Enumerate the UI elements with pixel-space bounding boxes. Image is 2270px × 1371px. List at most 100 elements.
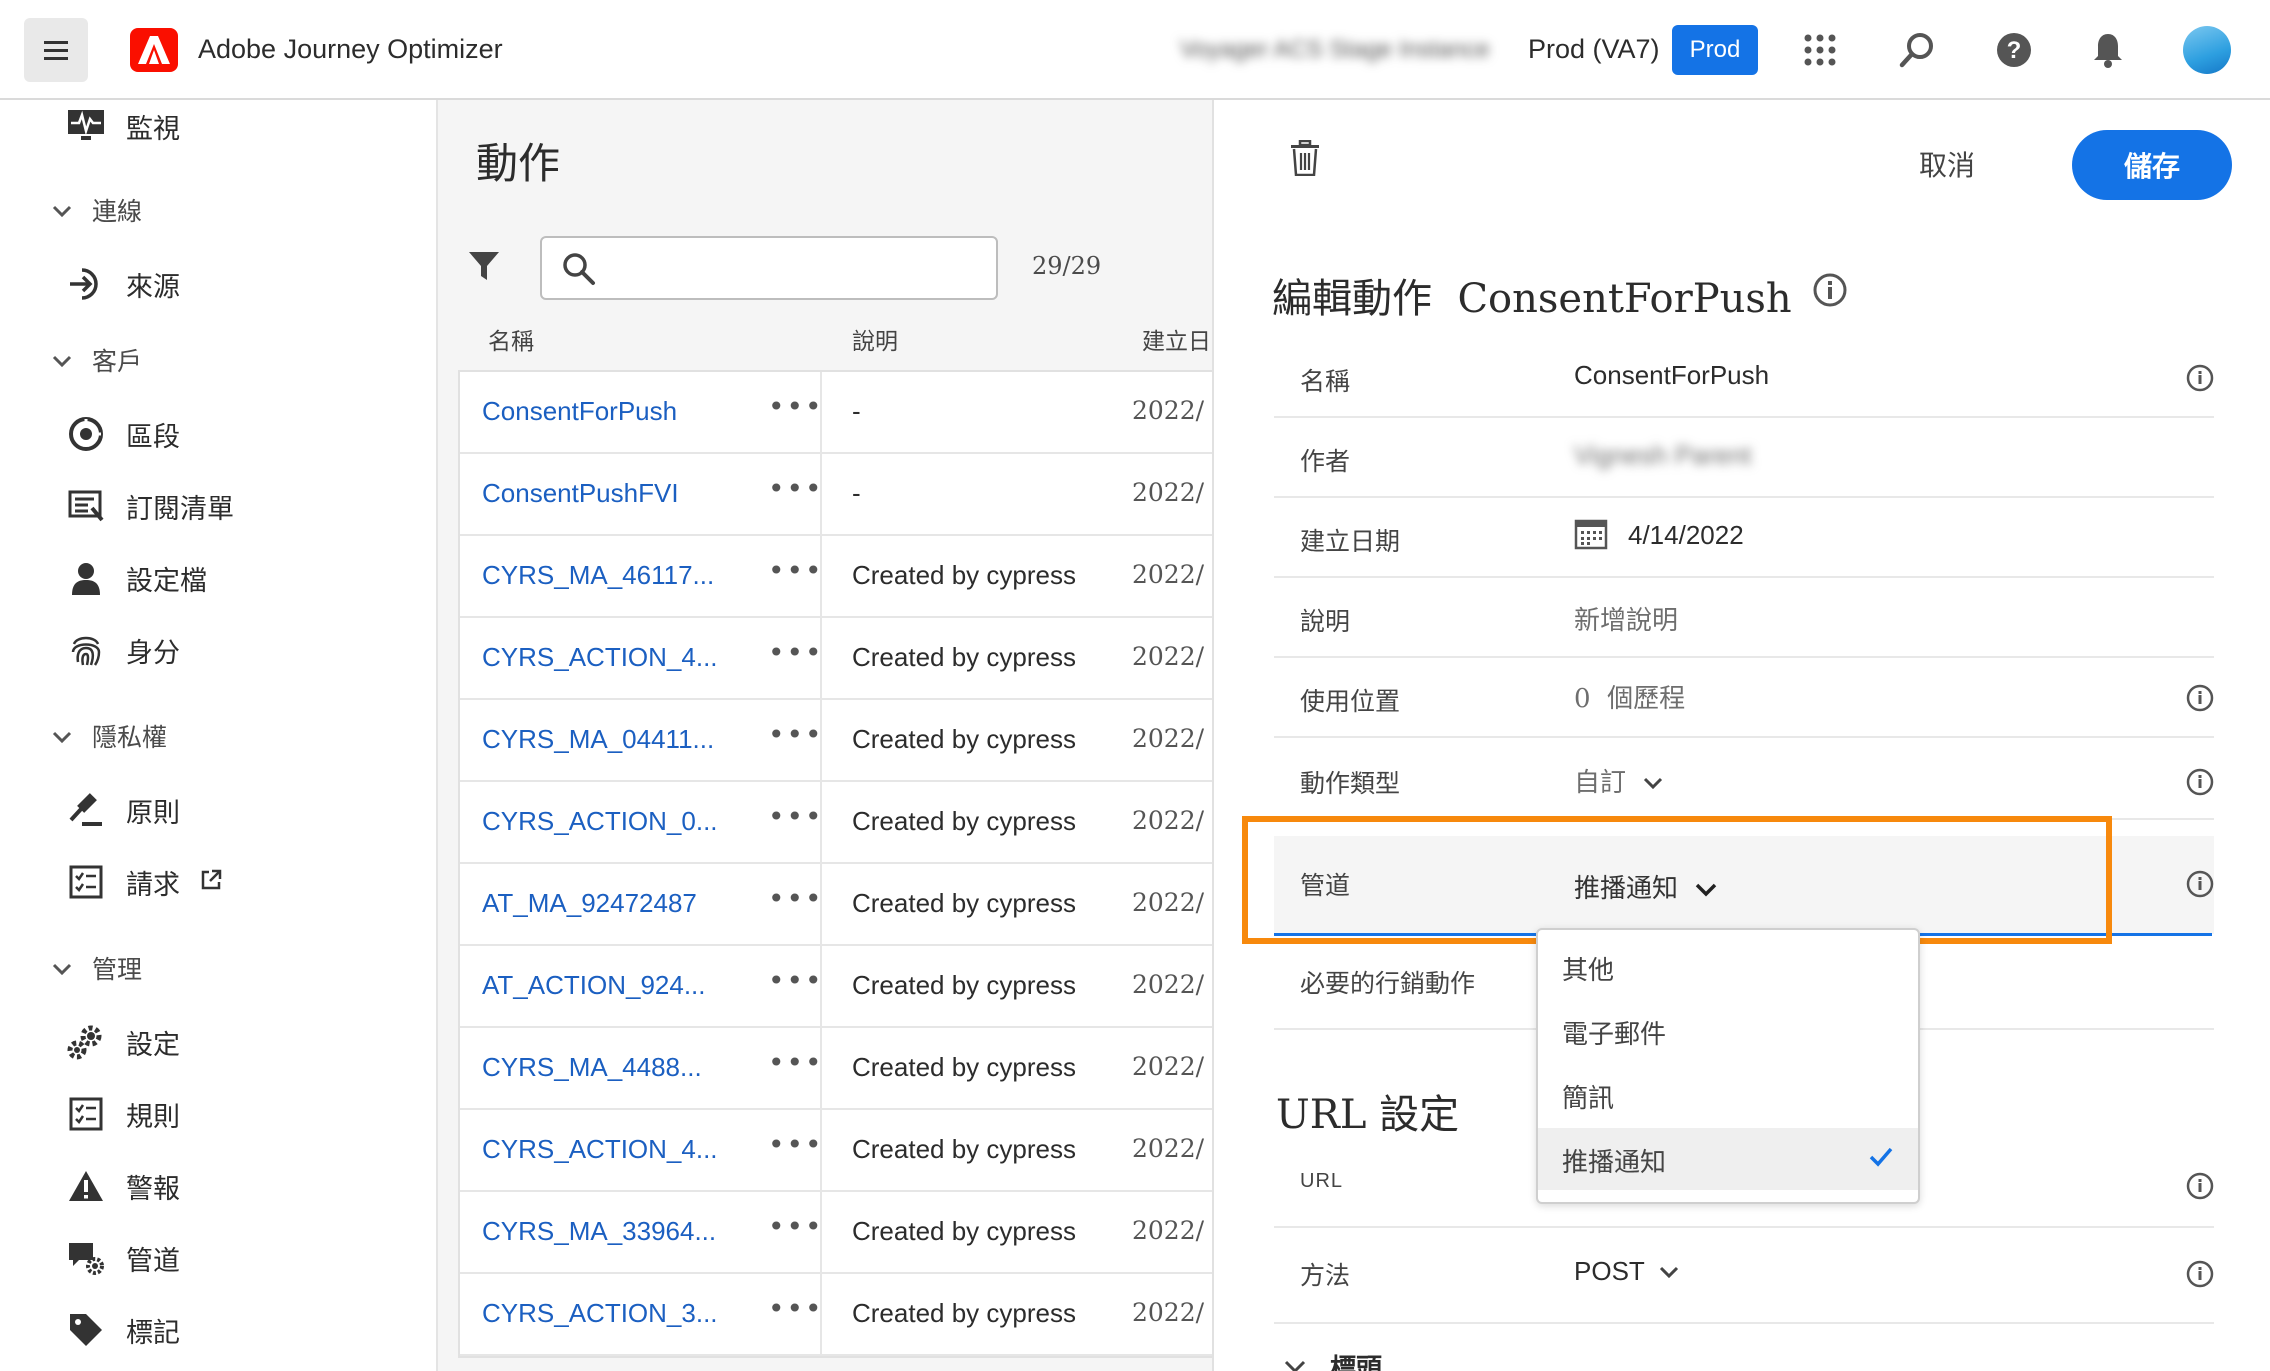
action-name-link[interactable]: ConsentForPush <box>482 396 677 427</box>
org-switcher[interactable]: Prod (VA7) <box>1528 34 1660 65</box>
column-header-description[interactable]: 說明 <box>852 322 898 356</box>
more-options-icon[interactable]: ••• <box>768 1128 824 1161</box>
more-options-icon[interactable]: ••• <box>768 390 824 423</box>
table-row[interactable]: AT_MA_92472487 ••• Created by cypress M 202… <box>460 864 1212 946</box>
info-icon[interactable] <box>2186 364 2214 396</box>
description-input[interactable]: 新增說明 <box>1574 600 1678 637</box>
action-name-link[interactable]: CYRS_MA_46117... <box>482 560 714 591</box>
action-type-picker[interactable]: 自訂 <box>1574 762 1663 799</box>
dropdown-option-email[interactable]: 電子郵件 <box>1538 1000 1918 1062</box>
table-row[interactable]: CYRS_ACTION_4... ••• Created by cypress E 2… <box>460 1110 1212 1192</box>
info-icon[interactable] <box>2186 1260 2214 1292</box>
table-row[interactable]: CYRS_MA_33964... ••• Created by cypress M 2… <box>460 1192 1212 1274</box>
table-row[interactable]: CYRS_ACTION_4... ••• Created by cypress E 2… <box>460 618 1212 700</box>
info-icon[interactable] <box>2186 684 2214 716</box>
trash-icon[interactable] <box>1290 139 1320 180</box>
action-description: Created by cypress M <box>852 560 1084 590</box>
created-date-value: 4/14/2022 <box>1628 520 1744 550</box>
table-row[interactable]: CYRS_MA_4488... ••• Created by cypress M 20… <box>460 1028 1212 1110</box>
column-header-name[interactable]: 名稱 <box>488 322 534 356</box>
action-name-link[interactable]: CYRS_ACTION_3... <box>482 1298 718 1329</box>
action-name-link[interactable]: AT_MA_92472487 <box>482 888 697 919</box>
sidebar-item-requests[interactable]: 請求 <box>66 862 222 902</box>
avatar[interactable] <box>2183 26 2231 74</box>
sidebar-item-alerts[interactable]: 警報 <box>66 1166 180 1206</box>
bell-icon[interactable] <box>2084 26 2132 74</box>
action-name-link[interactable]: CYRS_ACTION_4... <box>482 642 718 673</box>
name-value[interactable]: ConsentForPush <box>1574 360 1769 391</box>
more-options-icon[interactable]: ••• <box>768 718 824 751</box>
method-picker[interactable]: POST <box>1574 1256 1679 1287</box>
action-description: - <box>852 396 861 426</box>
alert-icon <box>66 1166 106 1206</box>
sidebar-item-label: 區段 <box>126 421 180 453</box>
menu-icon[interactable] <box>24 18 88 82</box>
sidebar-item-profiles[interactable]: 設定檔 <box>66 558 207 598</box>
search-icon[interactable] <box>1893 26 1941 74</box>
app-name[interactable]: Adobe Journey Optimizer <box>198 34 503 65</box>
env-badge[interactable]: Prod <box>1672 25 1758 75</box>
sidebar-item-monitor[interactable]: 監視 <box>66 106 180 146</box>
table-row[interactable]: CYRS_MA_46117... ••• Created by cypress M 2… <box>460 536 1212 618</box>
more-options-icon[interactable]: ••• <box>768 554 824 587</box>
info-icon[interactable] <box>2186 1172 2214 1204</box>
sidebar-section-privacy[interactable]: 隱私權 <box>52 718 167 754</box>
more-options-icon[interactable]: ••• <box>768 1046 824 1079</box>
sidebar-item-policies[interactable]: 原則 <box>66 790 180 830</box>
apps-grid-icon[interactable] <box>1796 26 1844 74</box>
info-icon[interactable] <box>2186 768 2214 800</box>
adobe-logo-icon[interactable] <box>130 28 178 72</box>
sidebar-item-identities[interactable]: 身分 <box>66 630 180 670</box>
more-options-icon[interactable]: ••• <box>768 1292 824 1325</box>
sidebar-item-subscription-lists[interactable]: 訂閱清單 <box>66 486 234 526</box>
sidebar-section-connections[interactable]: 連線 <box>52 192 142 228</box>
headers-section-toggle[interactable]: 標頭 <box>1284 1348 1382 1371</box>
action-name-link[interactable]: CYRS_MA_04411... <box>482 724 714 755</box>
action-name-link[interactable]: CYRS_MA_33964... <box>482 1216 716 1247</box>
chevron-down-icon <box>1643 777 1662 790</box>
sidebar-section-administration[interactable]: 管理 <box>52 950 142 986</box>
instance-name[interactable]: Voyager ACS Stage Instance <box>1180 36 1490 64</box>
more-options-icon[interactable]: ••• <box>768 964 824 997</box>
dropdown-option-push[interactable]: 推播通知 <box>1538 1128 1918 1190</box>
table-row[interactable]: CYRS_ACTION_3... ••• Created by cypress E 2… <box>460 1274 1212 1356</box>
rules-icon <box>66 1094 106 1134</box>
sidebar-item-segments[interactable]: 區段 <box>66 414 180 454</box>
column-header-created[interactable]: 建立日 <box>1142 322 1211 356</box>
action-name-link[interactable]: ConsentPushFVI <box>482 478 679 509</box>
sources-icon <box>66 264 106 304</box>
sidebar-item-channels[interactable]: 管道 <box>66 1238 180 1278</box>
save-button[interactable]: 儲存 <box>2072 130 2232 200</box>
sidebar-item-sources[interactable]: 來源 <box>66 264 180 304</box>
table-row[interactable]: ConsentPushFVI ••• - 2022/ <box>460 454 1212 536</box>
info-icon[interactable] <box>1812 272 1848 312</box>
more-options-icon[interactable]: ••• <box>768 882 824 915</box>
usage-value[interactable]: 0 個歷程 <box>1574 678 1685 715</box>
table-row[interactable]: AT_ACTION_924... ••• Created by cypress E 2… <box>460 946 1212 1028</box>
action-description: Created by cypress M <box>852 888 1084 918</box>
more-options-icon[interactable]: ••• <box>768 1210 824 1243</box>
more-options-icon[interactable]: ••• <box>768 472 824 505</box>
sidebar-section-customer[interactable]: 客戶 <box>52 342 142 378</box>
table-row[interactable]: ConsentForPush ••• - 2022/ <box>460 372 1212 454</box>
cancel-button[interactable]: 取消 <box>1919 144 1975 184</box>
channel-picker[interactable]: 推播通知 <box>1574 868 1717 905</box>
search-input[interactable] <box>540 236 998 300</box>
dropdown-option-sms[interactable]: 簡訊 <box>1538 1064 1918 1126</box>
more-options-icon[interactable]: ••• <box>768 636 824 669</box>
filter-icon[interactable] <box>468 250 500 286</box>
sidebar-item-rules[interactable]: 規則 <box>66 1094 180 1134</box>
action-name-link[interactable]: CYRS_ACTION_4... <box>482 1134 718 1165</box>
help-icon[interactable]: ? <box>1990 26 2038 74</box>
action-name-link[interactable]: CYRS_MA_4488... <box>482 1052 702 1083</box>
more-options-icon[interactable]: ••• <box>768 800 824 833</box>
dropdown-option-other[interactable]: 其他 <box>1538 936 1918 998</box>
table-row[interactable]: CYRS_ACTION_0... ••• Created by cypress E 2… <box>460 782 1212 864</box>
info-icon[interactable] <box>2186 870 2214 902</box>
action-name-link[interactable]: CYRS_ACTION_0... <box>482 806 718 837</box>
table-row[interactable]: CYRS_MA_04411... ••• Created by cypress M 2… <box>460 700 1212 782</box>
action-name-link[interactable]: AT_ACTION_924... <box>482 970 706 1001</box>
sidebar-item-tags[interactable]: 標記 <box>66 1310 180 1350</box>
sidebar-item-settings[interactable]: 設定 <box>66 1022 180 1062</box>
tag-icon <box>66 1310 106 1350</box>
